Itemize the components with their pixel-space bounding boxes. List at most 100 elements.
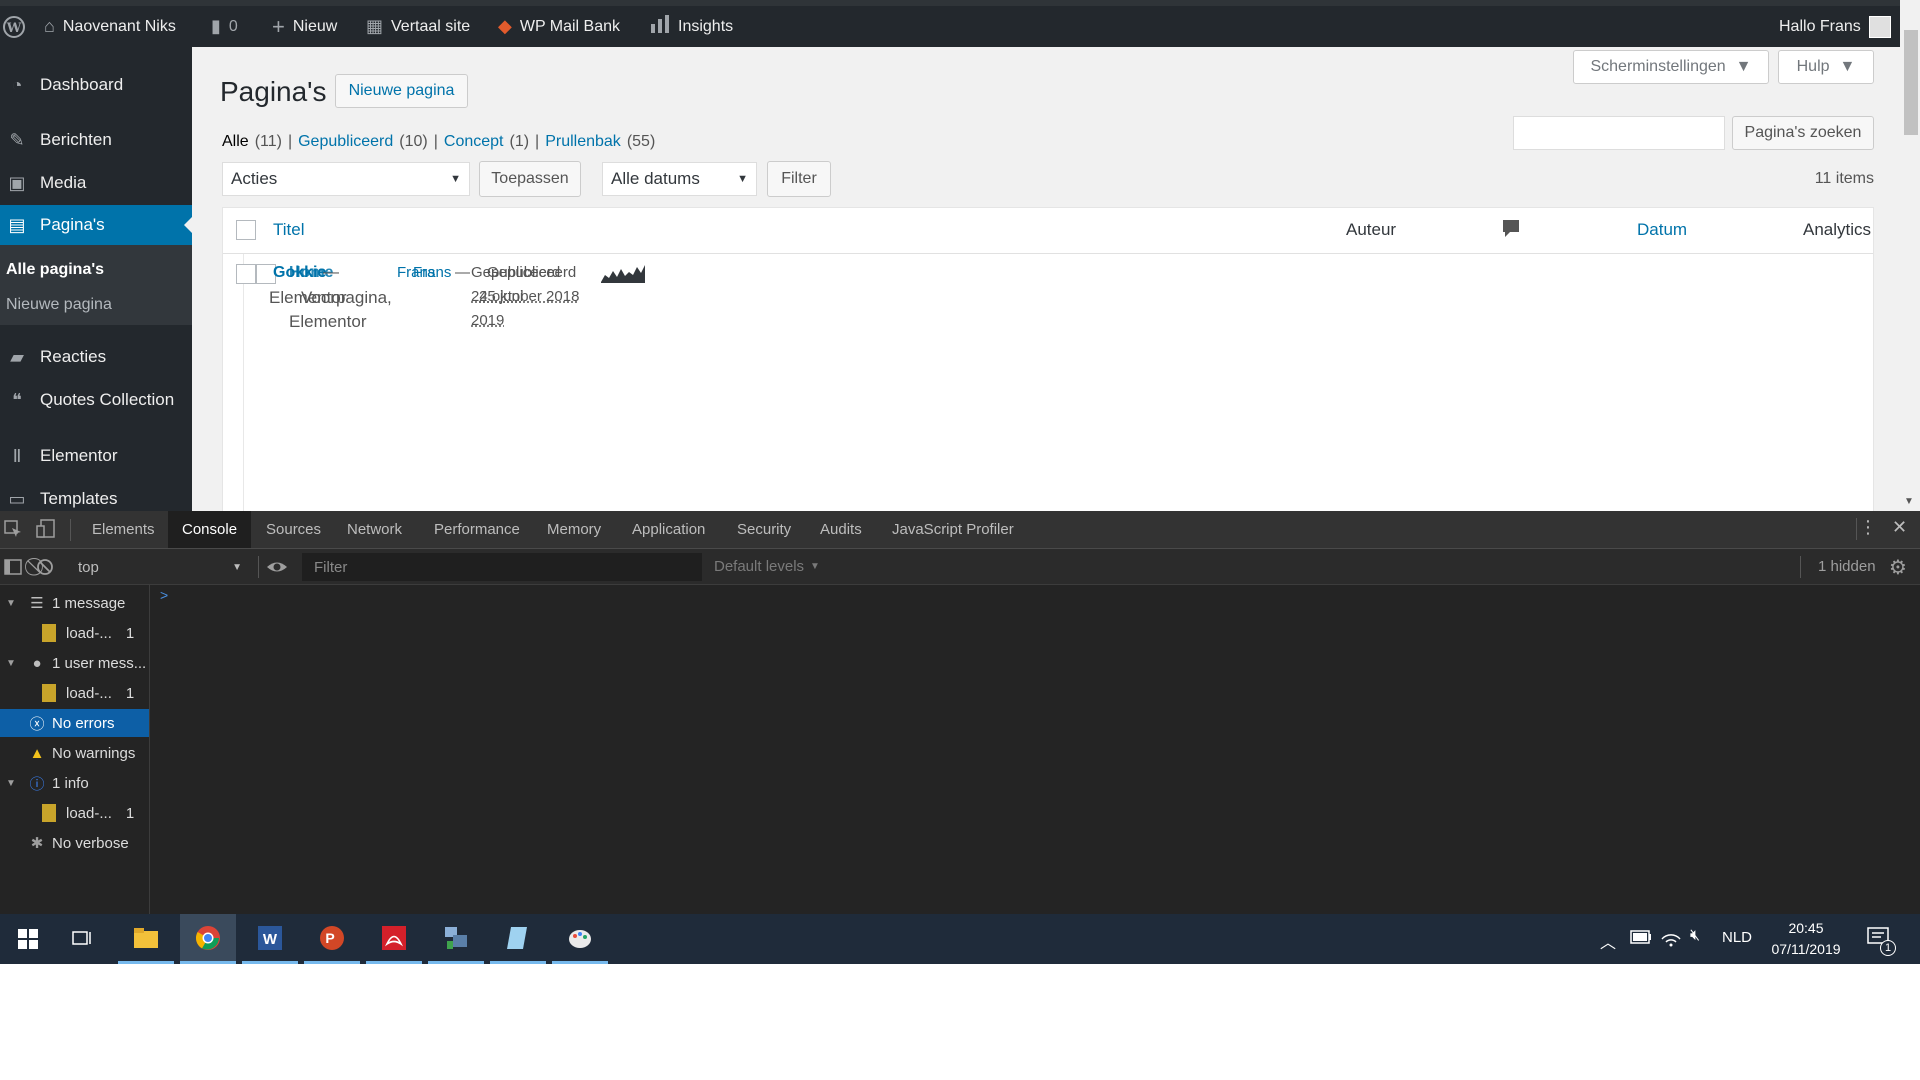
console-settings-gear-icon[interactable]: ⚙: [1889, 555, 1907, 580]
comments-link[interactable]: ▮ 0: [211, 6, 238, 47]
device-toolbar-icon[interactable]: [36, 519, 56, 543]
file-explorer-icon[interactable]: [118, 914, 174, 964]
comment-bubble-icon[interactable]: [1502, 219, 1520, 244]
search-pages-button[interactable]: Pagina's zoeken: [1732, 116, 1874, 150]
translate-site-link[interactable]: ▦ Vertaal site: [366, 6, 470, 47]
chrome-icon[interactable]: [180, 914, 236, 964]
show-hidden-icons-chevron-icon[interactable]: ︿: [1600, 929, 1616, 953]
filter-draft[interactable]: Concept: [444, 133, 504, 151]
powerpoint-icon[interactable]: P: [304, 914, 360, 964]
sidebar-group-user-messages[interactable]: ▼ ● 1 user mess...: [0, 649, 149, 677]
show-sidebar-icon[interactable]: [4, 558, 22, 580]
row-checkbox[interactable]: [236, 264, 256, 284]
mail-bank-link[interactable]: ◆ WP Mail Bank: [498, 6, 620, 47]
info-label: 1 info: [52, 774, 89, 792]
column-title[interactable]: Titel: [273, 220, 305, 240]
tab-memory[interactable]: Memory: [533, 511, 615, 548]
inspect-element-icon[interactable]: [4, 520, 22, 542]
analytics-sparkline-icon[interactable]: [601, 263, 645, 288]
insights-link[interactable]: Insights: [650, 6, 733, 47]
column-date[interactable]: Datum: [1637, 220, 1687, 240]
translate-label: Vertaal site: [391, 17, 471, 35]
select-all-checkbox[interactable]: [236, 220, 256, 240]
tab-audits[interactable]: Audits: [806, 511, 876, 548]
menu-dashboard[interactable]: ◔ Dashboard: [0, 65, 192, 105]
submenu-new-page[interactable]: Nieuwe pagina: [6, 296, 112, 314]
input-language[interactable]: NLD: [1722, 929, 1752, 946]
row-author-link[interactable]: Frans: [413, 264, 451, 281]
info-icon: ⓘ: [29, 775, 45, 793]
site-name-link[interactable]: ⌂ Naovenant Niks: [44, 6, 176, 47]
clock-date: 07/11/2019: [1771, 941, 1841, 957]
expand-arrow-icon: ▼: [6, 597, 16, 609]
tab-javascript-profiler[interactable]: JavaScript Profiler: [878, 511, 1028, 548]
tab-application[interactable]: Application: [618, 511, 719, 548]
sidebar-group-warnings[interactable]: ▲ No warnings: [0, 739, 149, 767]
date-filter-select[interactable]: Alle datums ▼: [602, 162, 757, 196]
submenu-all-pages[interactable]: Alle pagina's: [6, 261, 104, 279]
filter-trash[interactable]: Prullenbak: [545, 133, 621, 151]
tab-sources[interactable]: Sources: [252, 511, 335, 548]
filter-all[interactable]: Alle: [222, 133, 249, 151]
menu-posts[interactable]: ✎ Berichten: [0, 120, 192, 160]
menu-quotes-collection[interactable]: ❝ Quotes Collection: [0, 380, 192, 420]
row-state: Elementor: [289, 312, 367, 331]
windows-start-icon[interactable]: [0, 914, 56, 964]
search-input[interactable]: [1513, 116, 1725, 150]
menu-pages[interactable]: ▤ Pagina's: [0, 205, 192, 245]
tab-network[interactable]: Network: [333, 511, 416, 548]
close-devtools-icon[interactable]: ✕: [1892, 517, 1907, 538]
sidebar-group-messages[interactable]: ▼ ☰ 1 message: [0, 589, 149, 617]
notes-app-icon[interactable]: [490, 914, 546, 964]
menu-media[interactable]: ▣ Media: [0, 163, 192, 203]
network-tool-icon[interactable]: [428, 914, 484, 964]
battery-icon[interactable]: [1630, 930, 1652, 949]
clock[interactable]: 20:45 07/11/2019: [1768, 918, 1844, 960]
paint-app-icon[interactable]: [552, 914, 608, 964]
bulk-actions-select[interactable]: Acties ▼: [222, 162, 470, 196]
wordpress-logo-icon[interactable]: W: [2, 6, 26, 47]
row-date: 2019: [471, 312, 505, 329]
word-icon[interactable]: W: [242, 914, 298, 964]
page-scrollbar-thumb[interactable]: [1904, 30, 1918, 135]
menu-label: Berichten: [40, 130, 112, 149]
sidebar-group-info[interactable]: ▼ ⓘ 1 info: [0, 769, 149, 797]
my-account-link[interactable]: Hallo Frans: [1779, 6, 1891, 47]
menu-comments[interactable]: ▰ Reacties: [0, 337, 192, 377]
sidebar-source-item[interactable]: load-... 1: [0, 799, 149, 827]
clear-console-icon[interactable]: [36, 558, 54, 580]
screen-options-button[interactable]: Scherminstellingen ▼: [1573, 50, 1769, 84]
help-button[interactable]: Hulp ▼: [1778, 50, 1874, 84]
menu-label: Pagina's: [40, 215, 105, 234]
console-prompt[interactable]: >: [160, 587, 168, 603]
menu-elementor[interactable]: Ⅱ Elementor: [0, 436, 192, 476]
tab-security[interactable]: Security: [723, 511, 805, 548]
bug-icon: ✱: [30, 835, 44, 852]
screen: W ⌂ Naovenant Niks ▮ 0 + Nieuw ▦ Vertaal…: [0, 0, 1920, 964]
filter-button[interactable]: Filter: [767, 161, 831, 197]
list-icon: ☰: [30, 595, 44, 612]
more-options-icon[interactable]: ⋮: [1859, 517, 1877, 538]
console-filter-input[interactable]: Filter: [302, 553, 702, 581]
tab-elements[interactable]: Elements: [78, 511, 169, 548]
new-content-link[interactable]: + Nieuw: [272, 6, 337, 47]
scroll-down-arrow-icon[interactable]: ▼: [1904, 496, 1914, 507]
filter-published[interactable]: Gepubliceerd: [298, 133, 393, 151]
apply-button[interactable]: Toepassen: [479, 161, 581, 197]
acrobat-icon[interactable]: [366, 914, 422, 964]
sidebar-source-item[interactable]: load-... 1: [0, 679, 149, 707]
comment-icon: ▰: [10, 346, 24, 367]
pages-table: Titel Auteur Datum Analytics Gokkie Home…: [222, 207, 1874, 518]
tab-performance[interactable]: Performance: [420, 511, 534, 548]
sidebar-group-errors[interactable]: ⓧ No errors: [0, 709, 149, 737]
sidebar-group-verbose[interactable]: ✱ No verbose: [0, 829, 149, 857]
context-selector[interactable]: top ▼: [70, 549, 250, 585]
live-expression-eye-icon[interactable]: [266, 558, 288, 580]
tab-console[interactable]: Console: [168, 511, 252, 548]
add-new-page-button[interactable]: Nieuwe pagina: [335, 74, 468, 108]
volume-muted-icon[interactable]: 🔇︎: [1690, 927, 1700, 945]
log-levels-dropdown[interactable]: Default levels ▼: [714, 558, 820, 575]
wifi-icon[interactable]: [1660, 927, 1682, 952]
sidebar-source-item[interactable]: load-... 1: [0, 619, 149, 647]
task-view-icon[interactable]: [54, 914, 110, 964]
